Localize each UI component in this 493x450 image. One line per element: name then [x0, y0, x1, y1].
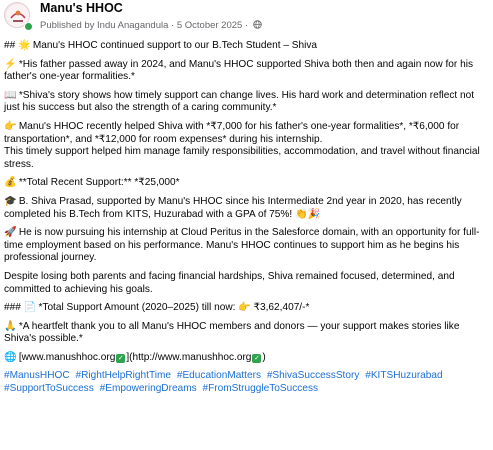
- globe-icon[interactable]: [253, 20, 262, 29]
- hashtag-link[interactable]: #KITSHuzurabad: [365, 370, 442, 381]
- graduation-cap-icon: 🎓: [4, 195, 17, 207]
- money-bag-icon: 💰: [4, 177, 17, 189]
- paragraph-graduation: 🎓 B. Shiva Prasad, supported by Manu's H…: [4, 196, 490, 221]
- hashtag-link[interactable]: #ManusHHOC: [4, 370, 70, 381]
- globe-emoji-icon: 🌐: [4, 351, 17, 363]
- website-line: 🌐 [www.manushhoc.org ✓](http://www.manush…: [4, 352, 490, 365]
- post-title: ## 🌟 Manu's HHOC continued support to ou…: [4, 40, 490, 53]
- paragraph-timely-support: This timely support helped him manage fa…: [4, 146, 480, 170]
- hashtag-link[interactable]: #FromStruggleToSuccess: [202, 383, 318, 394]
- online-status-dot: [24, 22, 33, 31]
- facebook-post: Manu's HHOC Published by Indu Anagandula…: [0, 0, 493, 450]
- post-header: Manu's HHOC Published by Indu Anagandula…: [0, 0, 493, 36]
- paragraph-father: ⚡ *His father passed away in 2024, and M…: [4, 59, 490, 84]
- author-link[interactable]: Indu Anagandula: [97, 20, 168, 31]
- paragraph-recent-help: 👉 Manu's HHOC recently helped Shiva with…: [4, 121, 490, 146]
- hashtag-list: #ManusHHOC #RightHelpRightTime #Educatio…: [4, 370, 490, 395]
- website-link-text[interactable]: [www.manushhoc.org: [19, 352, 116, 363]
- website-url-link[interactable]: ](http://www.manushhoc.org: [126, 352, 251, 363]
- paragraph-total-recent: 💰 **Total Recent Support:** *₹25,000*: [4, 177, 490, 190]
- paragraph-total-support: ### 📄 *Total Support Amount (2020–2025) …: [4, 302, 490, 315]
- hashtag-link[interactable]: #EmpoweringDreams: [100, 383, 197, 394]
- check-mark-icon: ✓: [252, 353, 262, 363]
- link-close-paren: ): [262, 351, 266, 363]
- folded-hands-icon: 🙏: [4, 320, 17, 332]
- document-icon: 📄: [23, 302, 37, 314]
- book-icon: 📖: [4, 89, 17, 101]
- markdown-heading-marker: ##: [4, 40, 19, 51]
- paragraph-text: He is now pursuing his internship at Clo…: [4, 227, 480, 264]
- paragraph-text: *Shiva's story shows how timely support …: [4, 89, 475, 114]
- paragraph-text: *Total Support Amount (2020–2025) till n…: [38, 302, 310, 314]
- paragraph-thank-you: 🙏 *A heartfelt thank you to all Manu's H…: [4, 321, 490, 346]
- paragraph-text: **Total Recent Support:** *₹25,000*: [18, 177, 180, 189]
- hashtag-link[interactable]: #EducationMatters: [177, 370, 261, 381]
- published-by-label: Published by: [40, 20, 98, 31]
- title-text: Manu's HHOC continued support to our B.T…: [32, 40, 318, 51]
- paragraph-text: B. Shiva Prasad, supported by Manu's HHO…: [4, 195, 462, 220]
- post-meta: Published by Indu Anagandula · 5 October…: [40, 20, 262, 31]
- paragraph-text: *A heartfelt thank you to all Manu's HHO…: [4, 320, 460, 345]
- hashtag-link[interactable]: #SupportToSuccess: [4, 383, 94, 394]
- meta-separator: ·: [242, 20, 251, 31]
- paragraph-despite: Despite losing both parents and facing f…: [4, 270, 455, 295]
- paragraph-text: *His father passed away in 2024, and Man…: [4, 58, 473, 83]
- paragraph-text: Manu's HHOC recently helped Shiva with *…: [4, 120, 460, 145]
- lightning-icon: ⚡: [4, 58, 17, 70]
- post-date-link[interactable]: 5 October 2025: [177, 20, 243, 31]
- meta-separator: ·: [168, 20, 177, 31]
- pointing-hand-icon: 👉: [4, 120, 17, 132]
- hashtag-link[interactable]: #ShivaSuccessStory: [267, 370, 360, 381]
- page-name-link[interactable]: Manu's HHOC: [40, 1, 123, 15]
- post-body: ## 🌟 Manu's HHOC continued support to ou…: [4, 40, 490, 396]
- paragraph-internship: 🚀 He is now pursuing his internship at C…: [4, 227, 490, 265]
- markdown-heading-marker: ###: [4, 302, 24, 314]
- paragraph-story: 📖 *Shiva's story shows how timely suppor…: [4, 90, 490, 115]
- check-mark-icon: ✓: [116, 353, 126, 363]
- rocket-icon: 🚀: [4, 227, 17, 239]
- star-icon: 🌟: [18, 40, 31, 51]
- hashtag-link[interactable]: #RightHelpRightTime: [75, 370, 171, 381]
